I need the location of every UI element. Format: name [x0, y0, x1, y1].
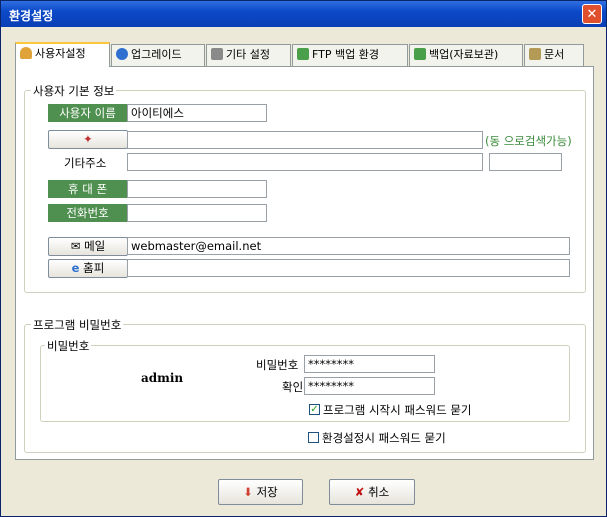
- search-icon: ✦: [83, 132, 93, 146]
- address-hint: (동 으로검색가능): [485, 134, 572, 148]
- email-input[interactable]: webmaster@email.net: [127, 237, 570, 255]
- ie-globe-icon: [116, 48, 128, 60]
- close-icon: ✕: [586, 7, 598, 22]
- window-title: 환경설정: [9, 9, 54, 23]
- password-inner-title: 비밀번호: [45, 338, 92, 354]
- mail-icon: ✉: [70, 239, 81, 253]
- password-group: 프로그램 비밀번호 비밀번호 admin 비밀번호 ******** 확인 **…: [24, 317, 586, 453]
- homepage-button-label: 홈피: [83, 261, 105, 275]
- address-input[interactable]: [127, 131, 483, 149]
- user-name-input[interactable]: 아이티에스: [127, 104, 267, 122]
- document-icon: [529, 48, 541, 60]
- mobile-input[interactable]: [127, 180, 267, 198]
- tab-label: 문서: [544, 48, 565, 61]
- close-button[interactable]: ✕: [582, 4, 602, 24]
- ie-globe-icon: e: [71, 261, 80, 275]
- server-icon: [297, 48, 309, 60]
- tab-panel: 사용자 기본 정보 사용자 이름 아이티에스 ✦ (동 으로검색가능) 기타주소…: [15, 66, 594, 460]
- user-id-text: admin: [141, 371, 184, 385]
- password-inner-group: 비밀번호 admin 비밀번호 ******** 확인 ******** ✓ 프…: [40, 338, 570, 422]
- save-button-label: 저장: [256, 485, 278, 499]
- email-button[interactable]: ✉ 메일: [48, 237, 128, 256]
- tab-label: 백업(자료보관): [429, 48, 499, 61]
- homepage-input[interactable]: [127, 259, 570, 277]
- user-name-label: 사용자 이름: [48, 104, 127, 122]
- other-address-label: 기타주소: [64, 156, 107, 170]
- zipcode-search-button[interactable]: ✦: [48, 130, 128, 149]
- save-button[interactable]: ⬇ 저장: [218, 479, 303, 505]
- mobile-label: 휴 대 폰: [48, 180, 127, 198]
- phone-input[interactable]: [127, 204, 267, 222]
- tab-ftp-backup[interactable]: FTP 백업 환경: [292, 44, 408, 66]
- password-input[interactable]: ********: [304, 355, 435, 373]
- cancel-button[interactable]: ✘ 취소: [329, 479, 415, 505]
- email-button-label: 메일: [84, 239, 106, 253]
- save-icon: ⬇: [243, 485, 253, 499]
- tab-upgrade[interactable]: 업그레이드: [111, 44, 205, 66]
- ask-on-settings-label: 환경설정시 패스워드 묻기: [322, 431, 446, 445]
- user-icon: [20, 47, 32, 59]
- confirm-label: 확인: [282, 380, 304, 394]
- ask-on-start-label: 프로그램 시작시 패스워드 묻기: [323, 403, 472, 417]
- title-bar[interactable]: 환경설정 ✕: [1, 1, 606, 27]
- tools-icon: [211, 48, 223, 60]
- tab-user-settings[interactable]: 사용자설정: [15, 42, 110, 67]
- tab-backup-archive[interactable]: 백업(자료보관): [409, 44, 523, 66]
- tab-documents[interactable]: 문서: [524, 44, 584, 66]
- server-icon: [414, 48, 426, 60]
- tab-label: 업그레이드: [131, 48, 182, 61]
- tab-label: 기타 설정: [226, 48, 270, 61]
- tab-label: FTP 백업 환경: [312, 48, 379, 61]
- confirm-password-input[interactable]: ********: [304, 377, 435, 395]
- phone-label: 전화번호: [48, 204, 127, 222]
- user-info-group: 사용자 기본 정보 사용자 이름 아이티에스 ✦ (동 으로검색가능) 기타주소…: [24, 83, 586, 293]
- password-label: 비밀번호: [256, 358, 299, 372]
- ask-on-start-checkbox[interactable]: ✓: [309, 404, 320, 415]
- settings-window: 환경설정 ✕ 사용자설정 업그레이드 기타 설정 FTP 백업 환경 백업(자료…: [0, 0, 607, 517]
- cancel-icon: ✘: [354, 485, 365, 499]
- tab-label: 사용자설정: [35, 47, 86, 60]
- ask-on-settings-checkbox[interactable]: [308, 432, 319, 443]
- user-info-group-title: 사용자 기본 정보: [31, 83, 117, 99]
- other-address-extra-input[interactable]: [489, 153, 562, 171]
- homepage-button[interactable]: e 홈피: [48, 259, 128, 278]
- cancel-button-label: 취소: [368, 485, 390, 499]
- other-address-input[interactable]: [127, 153, 483, 171]
- tab-other-settings[interactable]: 기타 설정: [206, 44, 291, 66]
- password-group-title: 프로그램 비밀번호: [31, 317, 124, 333]
